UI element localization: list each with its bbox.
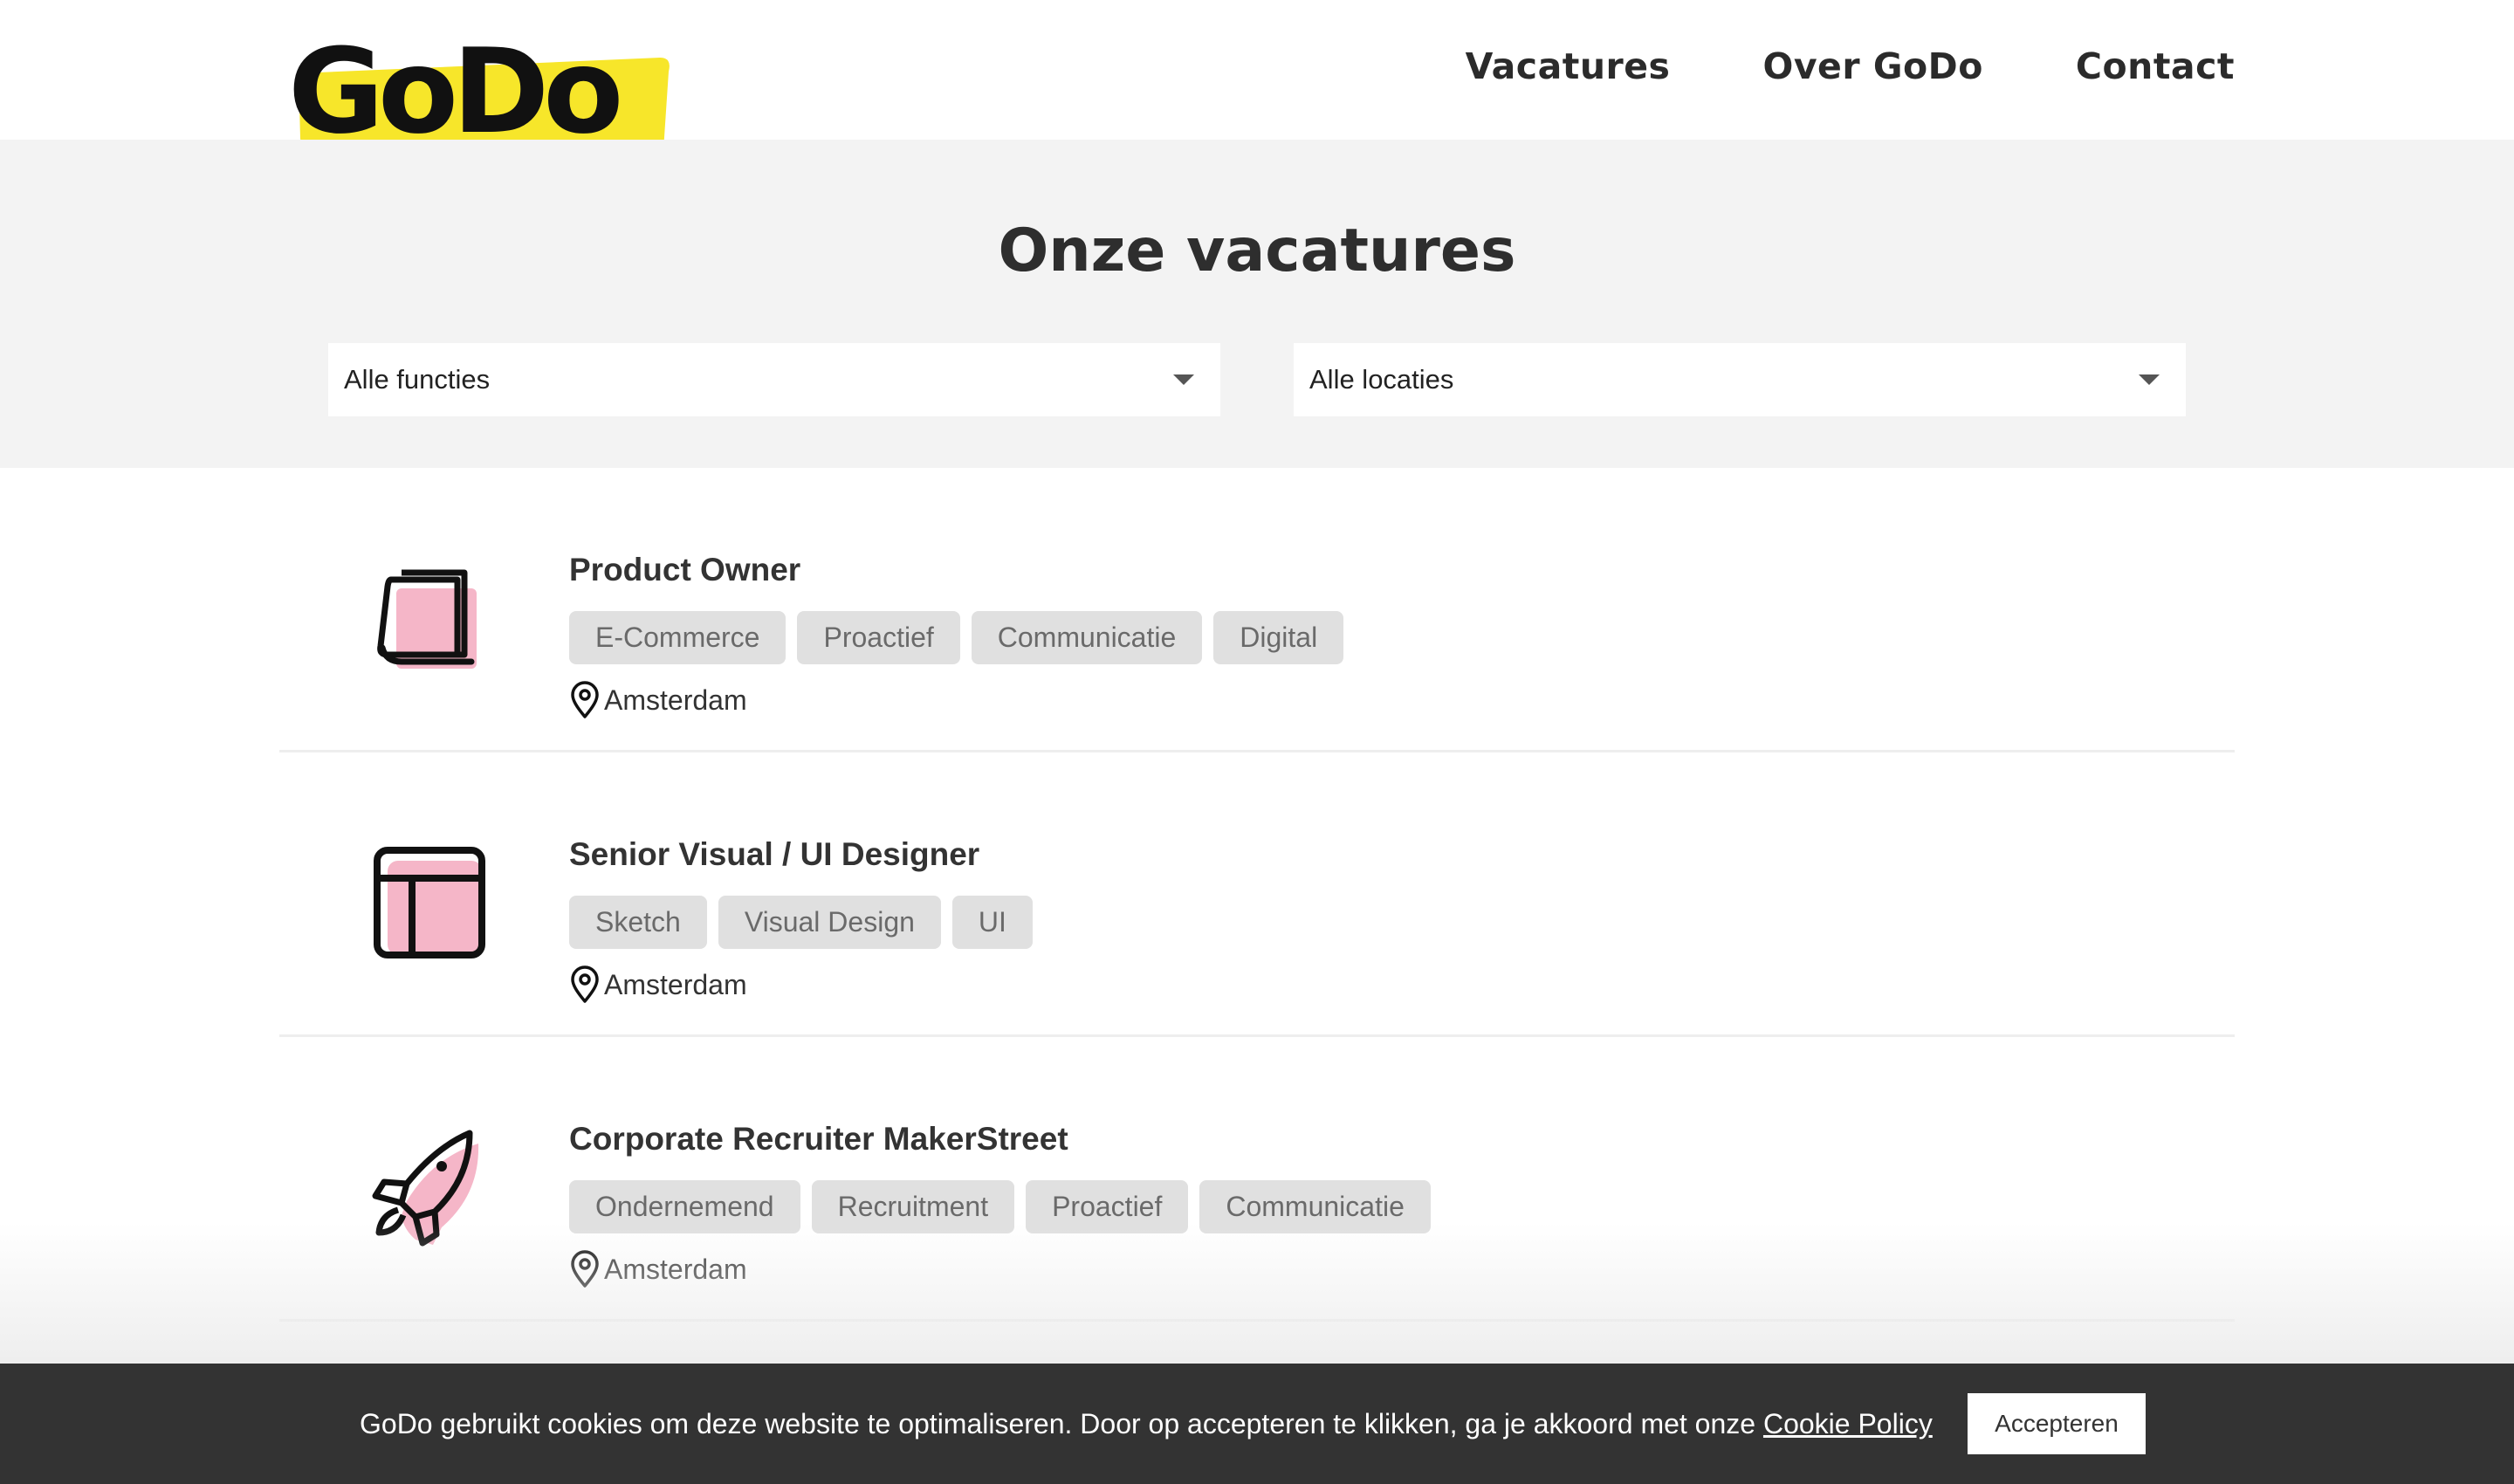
job-location: Amsterdam: [569, 681, 747, 719]
location-filter-select[interactable]: Alle locaties: [1294, 343, 2186, 416]
cookie-message-text: GoDo gebruikt cookies om deze website te…: [360, 1408, 1763, 1439]
chevron-down-icon: [2139, 374, 2160, 385]
logo-text: GoDo: [288, 24, 623, 160]
nav-vacatures[interactable]: Vacatures: [1466, 45, 1671, 87]
job-title[interactable]: Product Owner: [569, 552, 800, 588]
location-filter-value: Alle locaties: [1309, 364, 1454, 395]
rocket-icon: [372, 1130, 479, 1247]
job-title[interactable]: Senior Visual / UI Designer: [569, 836, 979, 873]
layout-window-icon: [374, 847, 485, 958]
function-filter-select[interactable]: Alle functies: [328, 343, 1220, 416]
tag-list: E-Commerce Proactief Communicatie Digita…: [569, 611, 1344, 664]
function-filter-value: Alle functies: [344, 364, 491, 395]
location-text: Amsterdam: [604, 1253, 747, 1285]
map-pin-icon: [571, 681, 599, 718]
stacked-pages-icon: [377, 569, 477, 669]
map-pin-icon: [571, 1250, 599, 1288]
tag: Digital: [1213, 611, 1344, 664]
accept-cookies-button[interactable]: Accepteren: [1968, 1393, 2146, 1454]
tag: Sketch: [569, 896, 707, 949]
cookie-policy-link[interactable]: Cookie Policy: [1763, 1408, 1933, 1439]
tag: Proactief: [797, 611, 960, 664]
page-title: Onze vacatures: [998, 216, 1516, 285]
cookie-message: GoDo gebruikt cookies om deze website te…: [360, 1364, 1933, 1484]
job-item-senior-visual-ui-designer[interactable]: Senior Visual / UI Designer Sketch Visua…: [279, 752, 2235, 1037]
job-item-corporate-recruiter[interactable]: Corporate Recruiter MakerStreet Ondernem…: [279, 1037, 2235, 1322]
vacancies-hero: Onze vacatures Alle functies Alle locati…: [0, 140, 2514, 468]
job-location: Amsterdam: [569, 1250, 747, 1288]
tag: Communicatie: [1199, 1180, 1431, 1233]
cookie-banner: GoDo gebruikt cookies om deze website te…: [0, 1364, 2514, 1484]
tag: UI: [951, 896, 1033, 949]
nav-contact[interactable]: Contact: [2076, 45, 2235, 87]
job-title[interactable]: Corporate Recruiter MakerStreet: [569, 1121, 1068, 1158]
tag: Visual Design: [718, 896, 941, 949]
tag: Proactief: [1026, 1180, 1189, 1233]
location-text: Amsterdam: [604, 684, 747, 716]
map-pin-icon: [571, 965, 599, 1003]
tag: E-Commerce: [569, 611, 786, 664]
tag: Recruitment: [811, 1180, 1015, 1233]
main-nav: Vacatures Over GoDo Contact: [1466, 45, 2235, 87]
job-list: Product Owner E-Commerce Proactief Commu…: [279, 468, 2235, 1322]
nav-over-godo[interactable]: Over GoDo: [1762, 45, 1982, 87]
site-header: GoDo Vacatures Over GoDo Contact: [0, 0, 2514, 158]
tag: Communicatie: [971, 611, 1203, 664]
job-item-product-owner[interactable]: Product Owner E-Commerce Proactief Commu…: [279, 468, 2235, 752]
job-location: Amsterdam: [569, 965, 747, 1004]
tag-list: Sketch Visual Design UI: [569, 896, 1033, 949]
tag: Ondernemend: [569, 1180, 800, 1233]
tag-list: Ondernemend Recruitment Proactief Commun…: [569, 1180, 1431, 1233]
location-text: Amsterdam: [604, 968, 747, 1000]
chevron-down-icon: [1173, 374, 1194, 385]
